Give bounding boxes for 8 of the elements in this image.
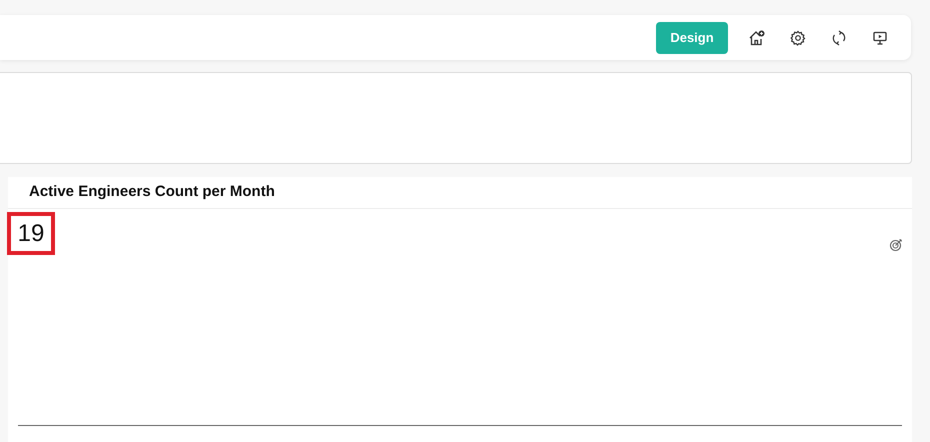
widget-title: Active Engineers Count per Month [29, 182, 275, 202]
home-add-icon[interactable] [748, 28, 766, 46]
metric-value: 19 [7, 212, 55, 255]
monitor-play-icon[interactable] [873, 30, 887, 44]
target-icon [889, 238, 903, 252]
design-button[interactable]: Design [656, 22, 728, 54]
refresh-icon[interactable] [832, 30, 846, 46]
settings-icon[interactable] [790, 30, 806, 46]
